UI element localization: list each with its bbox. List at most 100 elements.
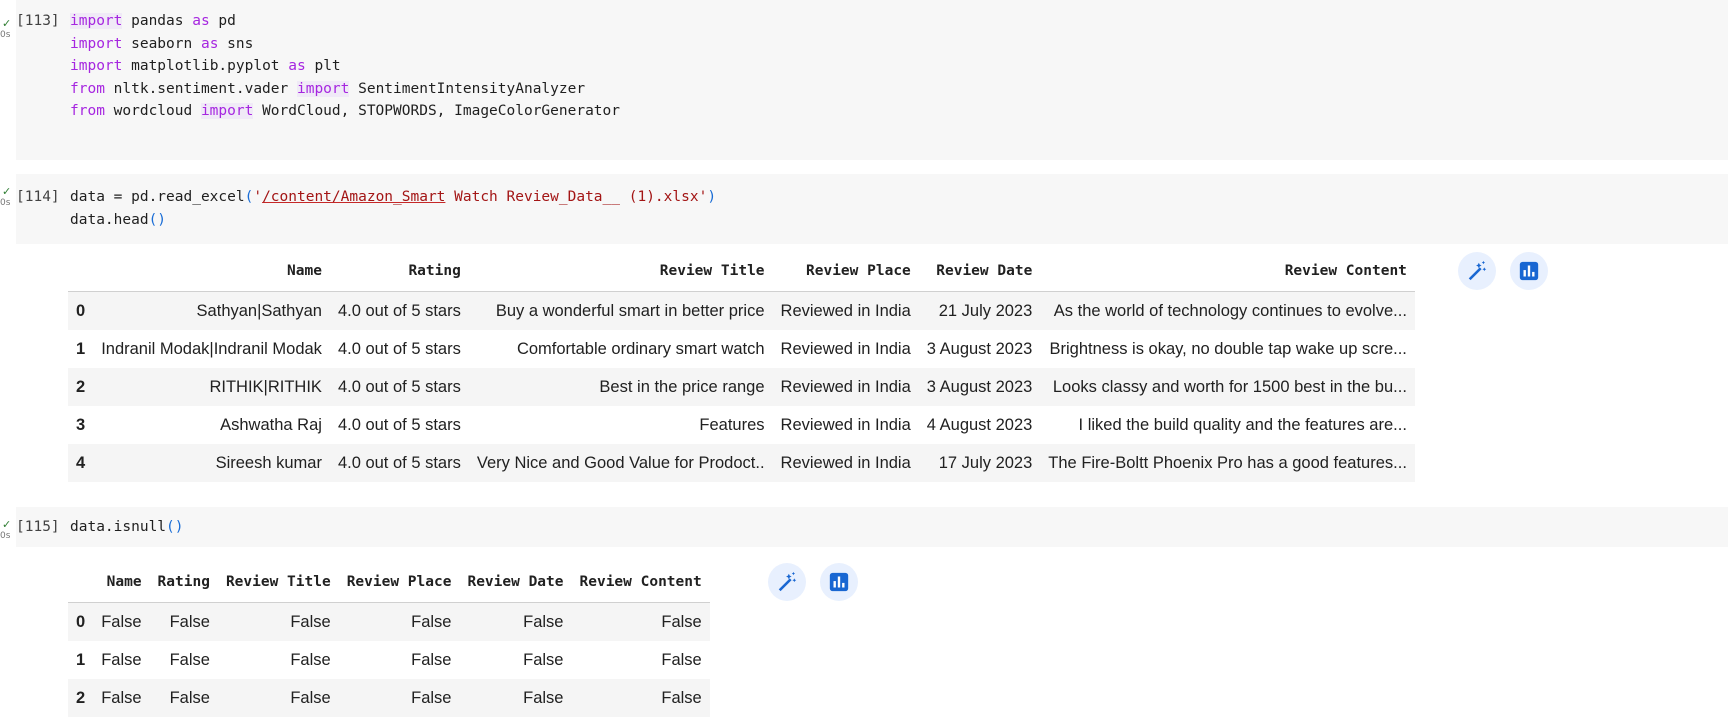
code-token: sns [218, 35, 254, 52]
table-header-row: Name Rating Review Title Review Place Review… [68, 562, 710, 603]
row-index: 1 [68, 641, 94, 679]
table-cell: Reviewed in India [772, 368, 919, 406]
row-index: 0 [68, 291, 94, 330]
code-token: nltk.sentiment.vader [104, 80, 297, 97]
code-line[interactable]: import matplotlib.pyplot as plt [70, 55, 620, 78]
code-text[interactable]: import pandas as pd import seaborn as sns… [70, 10, 620, 123]
table-cell: False [571, 602, 710, 641]
column-header: Name [93, 251, 330, 292]
table-cell: Reviewed in India [772, 330, 919, 368]
code-token: import [296, 80, 350, 97]
table-cell: False [338, 602, 460, 641]
table-cell: Reviewed in India [772, 291, 919, 330]
run-time: 0s [0, 531, 11, 541]
code-token: data = pd.read_excel [70, 189, 245, 205]
column-header: Review Place [772, 251, 919, 292]
code-line[interactable]: from nltk.sentiment.vader import Sentime… [70, 78, 620, 101]
table-row: 2 RITHIK|RITHIK 4.0 out of 5 stars Best in … [68, 368, 1415, 406]
table-row: 3 Ashwatha Raj 4.0 out of 5 stars Features R… [68, 406, 1415, 444]
code-token: /content/Amazon_Smart [262, 189, 446, 205]
suggest-chart-button[interactable] [1458, 252, 1496, 290]
table-cell: Indranil Modak|Indranil Modak [93, 330, 330, 368]
table-cell: Features [468, 406, 773, 444]
code-token: ' [253, 189, 263, 205]
table-cell: Best in the price range [468, 368, 773, 406]
run-time: 0s [0, 30, 11, 40]
code-text[interactable]: data = pd.read_excel('/content/Amazon_Sm… [70, 186, 716, 231]
table-cell: False [338, 679, 460, 717]
column-header: Review Content [1040, 251, 1415, 292]
isnull-output-table: Name Rating Review Title Review Place Review… [68, 562, 710, 717]
code-token: WordCloud, STOPWORDS, ImageColorGenerato… [253, 103, 620, 119]
chart-button[interactable] [820, 563, 858, 601]
table-cell: Brightness is okay, no double tap wake u… [1040, 330, 1415, 368]
table-cell: I liked the build quality and the featur… [1040, 406, 1415, 444]
row-index: 2 [68, 368, 94, 406]
column-header: Rating [329, 251, 469, 292]
table-cell: False [217, 641, 339, 679]
table-cell: Ashwatha Raj [93, 406, 330, 444]
code-token: matplotlib.pyplot [122, 58, 289, 74]
code-token: data.head [70, 211, 149, 228]
table-cell: Buy a wonderful smart in better price [468, 291, 773, 330]
column-header: Rating [149, 562, 218, 603]
code-line[interactable]: data = pd.read_excel('/content/Amazon_Sm… [70, 186, 716, 209]
row-index: 4 [68, 444, 94, 482]
column-header: Review Date [918, 251, 1041, 292]
column-header: Review Date [459, 562, 572, 603]
table-cell: 4.0 out of 5 stars [329, 368, 469, 406]
table-cell: False [571, 679, 710, 717]
row-index: 1 [68, 330, 94, 368]
table-cell: False [93, 641, 150, 679]
code-line[interactable]: from wordcloud import WordCloud, STOPWOR… [70, 100, 620, 123]
code-token: as [288, 58, 306, 74]
code-cell-115[interactable]: ✓ 0s [115] data.isnull() [0, 507, 1728, 547]
row-index: 3 [68, 406, 94, 444]
table-cell: False [459, 641, 572, 679]
column-header [68, 251, 94, 292]
bar-chart-icon [829, 572, 849, 592]
code-line[interactable]: import seaborn as sns [70, 33, 620, 56]
code-token: seaborn [122, 35, 201, 52]
table-header-row: Name Rating Review Title Review Place Review… [68, 251, 1415, 292]
run-status: ✓ 0s [0, 18, 12, 48]
code-line[interactable]: data.head() [70, 209, 716, 232]
code-text[interactable]: data.isnull() [70, 516, 184, 539]
table-row: 2 False False False False False False [68, 679, 710, 717]
bar-chart-icon [1519, 261, 1539, 281]
table-cell: False [93, 602, 150, 641]
code-token: SentimentIntensityAnalyzer [349, 80, 586, 97]
code-token: import [200, 103, 254, 119]
check-icon: ✓ [2, 185, 12, 198]
execution-count: [113] [16, 13, 60, 29]
table-cell: False [459, 602, 572, 641]
table-cell: False [93, 679, 150, 717]
table-row: 0 False False False False False False [68, 602, 710, 641]
table-cell: As the world of technology continues to … [1040, 291, 1415, 330]
code-token: plt [305, 58, 341, 74]
check-icon: ✓ [2, 17, 12, 30]
table-cell: 4.0 out of 5 stars [329, 330, 469, 368]
column-header [68, 562, 94, 603]
table-cell: Looks classy and worth for 1500 best in … [1040, 368, 1415, 406]
table-cell: False [217, 679, 339, 717]
code-token: import [70, 35, 123, 52]
execution-count: [115] [16, 519, 60, 535]
column-header: Review Title [468, 251, 773, 292]
suggest-chart-button[interactable] [768, 563, 806, 601]
table-row: 1 False False False False False False [68, 641, 710, 679]
table-cell: Comfortable ordinary smart watch [468, 330, 773, 368]
table-cell: 4 August 2023 [918, 406, 1041, 444]
code-editor[interactable] [16, 507, 1728, 547]
code-line[interactable]: import pandas as pd [70, 10, 620, 33]
run-status: ✓ 0s [0, 519, 12, 549]
code-cell-114[interactable]: ✓ 0s [114] data = pd.read_excel('/conten… [0, 174, 1728, 244]
chart-button[interactable] [1510, 252, 1548, 290]
column-header: Name [93, 562, 150, 603]
code-token: pd [209, 13, 236, 29]
code-line[interactable]: data.isnull() [70, 516, 184, 539]
check-icon: ✓ [2, 518, 12, 531]
table-cell: 4.0 out of 5 stars [329, 291, 469, 330]
code-cell-113[interactable]: ✓ 0s [113] import pandas as pd import sea… [0, 0, 1728, 160]
code-token: ) [707, 189, 717, 205]
